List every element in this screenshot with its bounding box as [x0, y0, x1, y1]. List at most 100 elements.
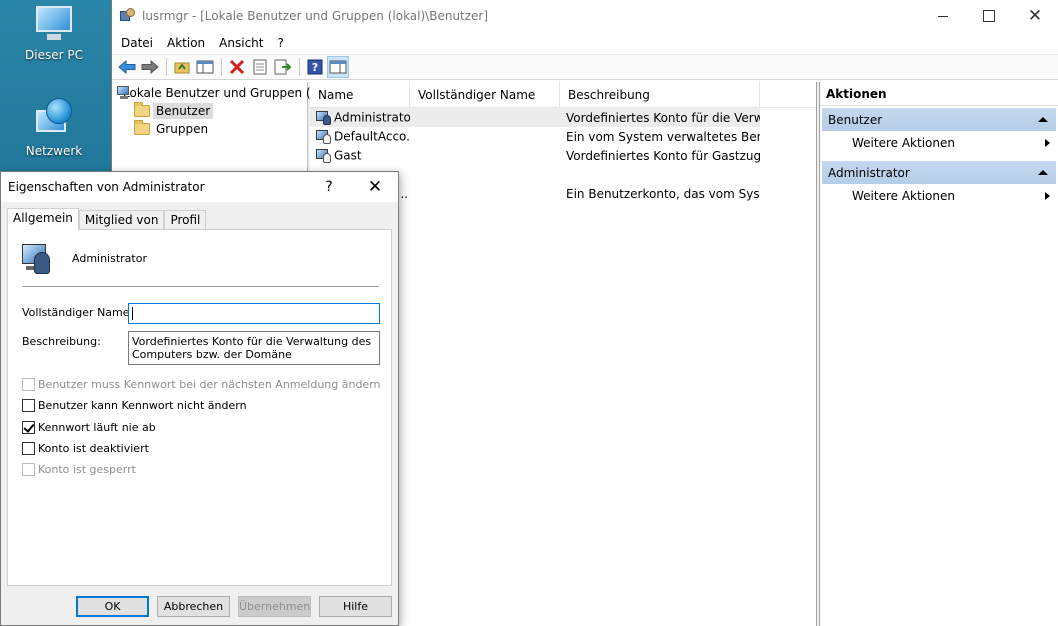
checkbox-box[interactable]: [22, 463, 35, 476]
delete-x-icon: [229, 59, 245, 75]
console-tree-icon: [196, 60, 214, 74]
up-one-level-button[interactable]: [171, 56, 193, 78]
username-label: Administrator: [72, 252, 147, 265]
actions-pane: Aktionen Benutzer Weitere Aktionen Admin…: [819, 82, 1058, 626]
toolbar-separator: [299, 58, 300, 76]
export-list-button[interactable]: [272, 56, 294, 78]
disabled-user-icon: [316, 148, 332, 164]
dialog-title-bar[interactable]: Eigenschaften von Administrator ? ✕: [1, 172, 398, 202]
checkbox-box[interactable]: [22, 442, 35, 455]
export-list-icon: [274, 59, 292, 75]
desktop-icon-label: Netzwerk: [25, 144, 83, 158]
arrow-left-icon: [118, 60, 136, 74]
tab-profil[interactable]: Profil: [164, 210, 207, 230]
minimize-button[interactable]: [920, 0, 966, 32]
properties-dialog: Eigenschaften von Administrator ? ✕ Allg…: [0, 171, 399, 626]
toolbar-separator: [166, 58, 167, 76]
text-caret: [132, 306, 133, 320]
list-row-gast[interactable]: Gast Vordefiniertes Konto für Gastzugri.…: [310, 146, 816, 165]
actions-section-label: Benutzer: [828, 112, 883, 127]
help-dialog-button[interactable]: Hilfe: [319, 596, 392, 617]
show-action-pane-button[interactable]: [327, 56, 349, 78]
cancel-button[interactable]: Abbrechen: [157, 596, 230, 617]
desktop-icon-network[interactable]: Netzwerk: [14, 98, 94, 158]
dialog-help-button[interactable]: ?: [306, 179, 352, 195]
full-name-input[interactable]: [128, 303, 380, 324]
column-header-name[interactable]: Name: [310, 82, 410, 108]
collapse-arrow-icon[interactable]: [1038, 117, 1048, 122]
account-disabled-checkbox[interactable]: Konto ist deaktiviert: [22, 442, 149, 455]
tree-item-root[interactable]: Lokale Benutzer und Gruppen (lo: [112, 84, 321, 102]
help-button[interactable]: ?: [304, 56, 326, 78]
menu-aktion[interactable]: Aktion: [160, 34, 212, 52]
forward-button[interactable]: [139, 56, 161, 78]
action-weitere-aktionen-administrator[interactable]: Weitere Aktionen: [820, 184, 1058, 208]
maximize-button[interactable]: [966, 0, 1012, 32]
tree-item-label: Gruppen: [156, 122, 209, 136]
password-never-expires-checkbox[interactable]: Kennwort läuft nie ab: [22, 421, 156, 434]
show-hide-tree-button[interactable]: [194, 56, 216, 78]
desktop-icon-this-pc[interactable]: Dieser PC: [14, 4, 94, 62]
checkbox-box-checked[interactable]: [22, 421, 35, 434]
menu-ansicht[interactable]: Ansicht: [212, 34, 270, 52]
dialog-close-button[interactable]: ✕: [352, 177, 398, 197]
menu-bar: Datei Aktion Ansicht ?: [112, 32, 1058, 54]
menu-datei[interactable]: Datei: [114, 34, 160, 52]
checkbox-box[interactable]: [22, 378, 35, 391]
folder-icon: [134, 120, 150, 135]
cannot-change-password-checkbox[interactable]: Benutzer kann Kennwort nicht ändern: [22, 399, 247, 412]
disabled-user-icon: [316, 129, 332, 145]
description-label: Beschreibung:: [22, 335, 101, 348]
action-weitere-aktionen-benutzer[interactable]: Weitere Aktionen: [820, 131, 1058, 155]
actions-header: Aktionen: [820, 82, 1058, 106]
close-button[interactable]: ✕: [1012, 0, 1058, 32]
description-input[interactable]: Vordefiniertes Konto für die Verwaltung …: [128, 331, 380, 365]
tab-mitglied-von[interactable]: Mitglied von: [78, 210, 165, 230]
checkbox-label: Benutzer muss Kennwort bei der nächsten …: [38, 378, 381, 391]
actions-section-label: Administrator: [828, 165, 910, 180]
dialog-title: Eigenschaften von Administrator: [8, 180, 205, 194]
list-row-administrator[interactable]: Administrator Vordefiniertes Konto für d…: [310, 108, 760, 127]
list-cell-description: Ein vom System verwaltetes Benu...: [566, 129, 760, 144]
help-icon: ?: [307, 59, 323, 75]
delete-button[interactable]: [226, 56, 248, 78]
tree-item-benutzer[interactable]: Benutzer: [112, 102, 307, 120]
must-change-password-checkbox[interactable]: Benutzer muss Kennwort bei der nächsten …: [22, 378, 381, 391]
collapse-arrow-icon[interactable]: [1038, 170, 1048, 175]
list-cell-description: Vordefiniertes Konto für die Verwa...: [566, 110, 760, 125]
menu-help[interactable]: ?: [270, 34, 290, 52]
network-icon: [32, 98, 76, 140]
list-cell-name: Administrator: [334, 110, 410, 124]
dialog-tabs: Allgemein Mitglied von Profil: [7, 208, 207, 230]
apply-button[interactable]: Übernehmen: [238, 596, 311, 617]
list-cell-description: Ein Benutzerkonto, das vom Syste...: [566, 186, 760, 201]
column-header-full-name[interactable]: Vollständiger Name: [410, 82, 560, 108]
full-name-label: Vollständiger Name:: [22, 306, 134, 319]
list-row-defaultaccount[interactable]: DefaultAcco... Ein vom System verwaltete…: [310, 127, 816, 146]
account-locked-checkbox[interactable]: Konto ist gesperrt: [22, 463, 136, 476]
ok-button[interactable]: OK: [76, 596, 149, 617]
arrow-right-icon: [141, 60, 159, 74]
lusrmgr-app-icon: [120, 8, 136, 24]
tree-item-label: Lokale Benutzer und Gruppen (lo: [123, 86, 322, 100]
desktop-icon-label: Dieser PC: [25, 48, 83, 62]
tab-panel-allgemein: Administrator Vollständiger Name: Beschr…: [7, 229, 392, 586]
actions-section-administrator[interactable]: Administrator: [822, 161, 1056, 184]
tab-allgemein[interactable]: Allgemein: [7, 208, 79, 230]
action-label: Weitere Aktionen: [852, 136, 955, 150]
user-icon: [20, 242, 54, 274]
toolbar-separator: [221, 58, 222, 76]
submenu-arrow-icon: [1045, 192, 1050, 200]
properties-button[interactable]: [249, 56, 271, 78]
checkbox-box[interactable]: [22, 399, 35, 412]
title-bar[interactable]: lusrmgr - [Lokale Benutzer und Gruppen (…: [112, 0, 1058, 32]
divider: [22, 286, 379, 287]
action-pane-icon: [329, 60, 347, 74]
back-button[interactable]: [116, 56, 138, 78]
tree-item-gruppen[interactable]: Gruppen: [112, 120, 307, 138]
checkbox-label: Konto ist gesperrt: [38, 463, 136, 476]
list-cell-description: Vordefiniertes Konto für Gastzugri...: [566, 148, 760, 163]
actions-section-benutzer[interactable]: Benutzer: [822, 108, 1056, 131]
column-header-description[interactable]: Beschreibung: [560, 82, 760, 108]
properties-icon: [253, 59, 267, 75]
